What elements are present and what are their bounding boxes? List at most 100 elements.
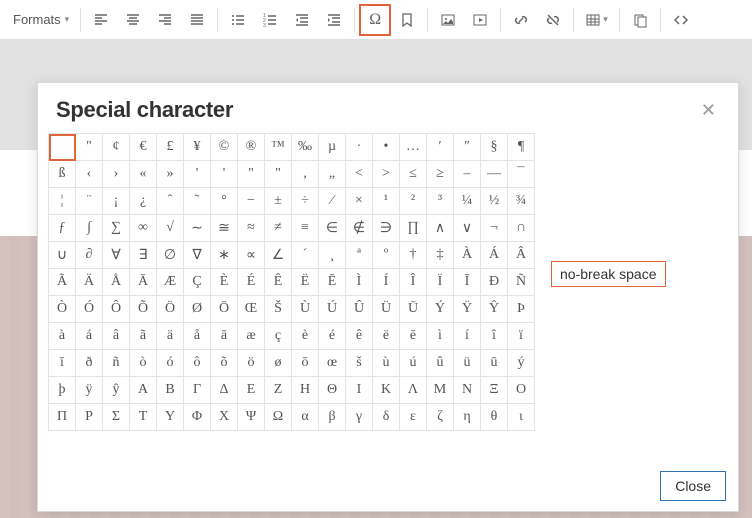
character-cell[interactable]: Ŷ xyxy=(481,296,508,323)
character-cell[interactable]: â xyxy=(103,323,130,350)
character-cell[interactable]: Ï xyxy=(427,269,454,296)
character-cell[interactable]: „ xyxy=(319,161,346,188)
character-cell[interactable]: ≥ xyxy=(427,161,454,188)
character-cell[interactable]: Φ xyxy=(184,404,211,431)
character-cell[interactable]: ∃ xyxy=(130,242,157,269)
character-cell[interactable]: ‡ xyxy=(427,242,454,269)
image-button[interactable] xyxy=(432,4,464,36)
character-cell[interactable]: µ xyxy=(319,134,346,161)
character-cell[interactable]: ⁄ xyxy=(319,188,346,215)
character-cell[interactable]: ' xyxy=(211,161,238,188)
numbered-list-button[interactable]: 123 xyxy=(254,4,286,36)
character-cell[interactable]: — xyxy=(481,161,508,188)
character-cell[interactable]: ù xyxy=(373,350,400,377)
character-cell[interactable]: û xyxy=(427,350,454,377)
character-cell[interactable]: ¡ xyxy=(103,188,130,215)
align-left-button[interactable] xyxy=(85,4,117,36)
paste-button[interactable] xyxy=(624,4,656,36)
character-cell[interactable]: ì xyxy=(427,323,454,350)
character-cell[interactable]: ÿ xyxy=(76,377,103,404)
character-cell[interactable]: Χ xyxy=(211,404,238,431)
character-cell[interactable]: ¹ xyxy=(373,188,400,215)
character-cell[interactable]: ä xyxy=(157,323,184,350)
character-cell[interactable]: ¨ xyxy=(76,188,103,215)
character-cell[interactable]: Ρ xyxy=(76,404,103,431)
character-cell[interactable]: ∠ xyxy=(265,242,292,269)
character-cell[interactable]: α xyxy=(292,404,319,431)
character-cell[interactable]: − xyxy=(238,188,265,215)
character-cell[interactable]: ú xyxy=(400,350,427,377)
unlink-button[interactable] xyxy=(537,4,569,36)
character-cell[interactable]: Θ xyxy=(319,377,346,404)
character-cell[interactable]: Ā xyxy=(130,269,157,296)
character-cell[interactable]: ¼ xyxy=(454,188,481,215)
character-cell[interactable]: Ô xyxy=(103,296,130,323)
character-cell[interactable]: Œ xyxy=(238,296,265,323)
character-cell[interactable]: ι xyxy=(508,404,535,431)
character-cell[interactable]: € xyxy=(130,134,157,161)
character-cell[interactable]: Ó xyxy=(76,296,103,323)
character-cell[interactable]: Ä xyxy=(76,269,103,296)
close-button[interactable]: Close xyxy=(660,471,726,501)
align-center-button[interactable] xyxy=(117,4,149,36)
character-cell[interactable]: Ì xyxy=(346,269,373,296)
character-cell[interactable]: ï xyxy=(508,323,535,350)
character-cell[interactable]: » xyxy=(157,161,184,188)
character-cell[interactable]: ∋ xyxy=(373,215,400,242)
character-cell[interactable]: Μ xyxy=(427,377,454,404)
character-cell[interactable]: × xyxy=(346,188,373,215)
character-cell[interactable]: º xyxy=(373,242,400,269)
character-cell[interactable]: ® xyxy=(238,134,265,161)
character-cell[interactable]: Ÿ xyxy=(454,296,481,323)
character-cell[interactable]: Ō xyxy=(211,296,238,323)
character-cell[interactable]: Á xyxy=(481,242,508,269)
character-cell[interactable]: ò xyxy=(130,350,157,377)
character-cell[interactable]: Γ xyxy=(184,377,211,404)
character-cell[interactable]: Υ xyxy=(157,404,184,431)
media-button[interactable] xyxy=(464,4,496,36)
character-cell[interactable]: Í xyxy=(373,269,400,296)
character-cell[interactable]: ″ xyxy=(454,134,481,161)
character-cell[interactable]: ˜ xyxy=(184,188,211,215)
character-cell[interactable]: Å xyxy=(103,269,130,296)
character-cell[interactable]: · xyxy=(346,134,373,161)
character-cell[interactable]: Ý xyxy=(427,296,454,323)
character-cell[interactable]: õ xyxy=(211,350,238,377)
character-cell[interactable]: ¿ xyxy=(130,188,157,215)
character-cell[interactable]: è xyxy=(292,323,319,350)
character-cell[interactable]: ≅ xyxy=(211,215,238,242)
character-cell[interactable]: ² xyxy=(400,188,427,215)
character-cell[interactable]: ζ xyxy=(427,404,454,431)
character-cell[interactable]: æ xyxy=(238,323,265,350)
character-cell[interactable]: ‚ xyxy=(292,161,319,188)
character-cell[interactable]: ó xyxy=(157,350,184,377)
character-cell[interactable]: Κ xyxy=(373,377,400,404)
character-cell[interactable]: δ xyxy=(373,404,400,431)
character-cell[interactable]: ¦ xyxy=(49,188,76,215)
character-cell[interactable]: ∝ xyxy=(238,242,265,269)
character-cell[interactable]: ± xyxy=(265,188,292,215)
character-cell[interactable]: ∏ xyxy=(400,215,427,242)
character-cell[interactable]: Ç xyxy=(184,269,211,296)
character-cell[interactable]: ý xyxy=(508,350,535,377)
character-cell[interactable]: Î xyxy=(400,269,427,296)
character-cell[interactable]: ∪ xyxy=(49,242,76,269)
character-cell[interactable]: ∫ xyxy=(76,215,103,242)
character-cell[interactable]: ë xyxy=(373,323,400,350)
character-cell[interactable]: ' xyxy=(184,161,211,188)
character-cell[interactable]: ¸ xyxy=(319,242,346,269)
character-cell[interactable]: ∈ xyxy=(319,215,346,242)
character-cell[interactable]: Ë xyxy=(292,269,319,296)
character-cell[interactable]: Ι xyxy=(346,377,373,404)
character-cell[interactable]: – xyxy=(454,161,481,188)
character-cell[interactable]: Ξ xyxy=(481,377,508,404)
character-cell[interactable]: ∀ xyxy=(103,242,130,269)
character-cell[interactable]: ≈ xyxy=(238,215,265,242)
character-cell[interactable]: ′ xyxy=(427,134,454,161)
character-cell[interactable]: œ xyxy=(319,350,346,377)
character-cell[interactable]: ∑ xyxy=(103,215,130,242)
character-cell[interactable]: ŷ xyxy=(103,377,130,404)
character-cell[interactable]: " xyxy=(238,161,265,188)
character-cell[interactable]: Ã xyxy=(49,269,76,296)
character-cell[interactable]: ß xyxy=(49,161,76,188)
